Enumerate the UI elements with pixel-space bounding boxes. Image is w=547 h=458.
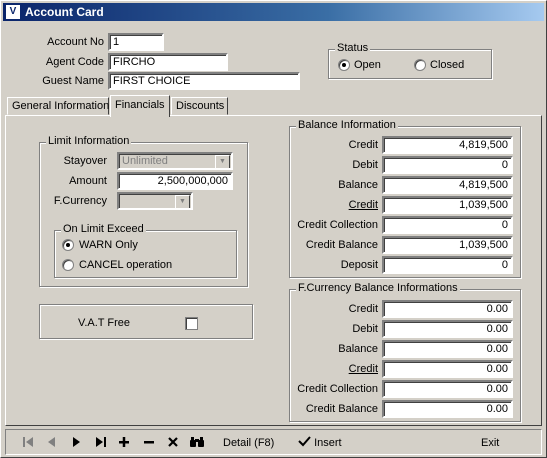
navigation-toolbar: Detail (F8) Insert Exit (5, 429, 542, 455)
insert-label: Insert (314, 437, 342, 449)
add-icon[interactable] (118, 435, 130, 451)
prev-record-icon[interactable] (46, 435, 56, 451)
row-value[interactable]: 0.00 (382, 300, 513, 318)
row-value[interactable]: 0.00 (382, 400, 513, 418)
first-record-icon[interactable] (22, 435, 34, 451)
fcurrency-balance-title: F.Currency Balance Informations (296, 282, 460, 294)
row-label: Credit Balance (305, 403, 378, 415)
stayover-dropdown[interactable]: Unlimited ▼ (117, 152, 233, 170)
account-no-label: Account No (47, 36, 104, 48)
status-closed-label: Closed (430, 59, 465, 71)
tab-financials[interactable]: Financials (110, 95, 170, 117)
row-value[interactable]: 1,039,500 (382, 196, 513, 214)
agent-code-field[interactable]: FIRCHO (108, 53, 228, 71)
status-open-radio[interactable] (338, 59, 350, 71)
amount-label: Amount (69, 175, 107, 187)
status-open-label: Open (354, 59, 381, 71)
fcurrency-label: F.Currency (53, 195, 107, 207)
row-label: Credit (348, 139, 378, 151)
account-no-field[interactable]: 1 (108, 33, 164, 51)
limit-information-title: Limit Information (46, 135, 132, 147)
status-title: Status (335, 42, 371, 54)
row-label: Balance (338, 179, 378, 191)
row-value[interactable]: 4,819,500 (382, 176, 513, 194)
binoculars-icon[interactable] (189, 435, 205, 451)
agent-code-label: Agent Code (45, 56, 104, 68)
row-label: Deposit (340, 259, 378, 271)
cancel-icon[interactable] (167, 435, 179, 451)
cancel-operation-label: CANCEL operation (79, 259, 173, 271)
stayover-value: Unlimited (122, 155, 168, 167)
on-limit-exceed-title: On Limit Exceed (61, 223, 146, 235)
vat-free-checkbox[interactable] (185, 317, 198, 330)
row-label: Credit Collection (297, 219, 378, 231)
checkmark-icon (298, 436, 311, 447)
cancel-operation-radio[interactable] (62, 259, 74, 271)
row-value[interactable]: 0.00 (382, 360, 513, 378)
next-record-icon[interactable] (72, 435, 82, 451)
guest-name-label: Guest Name (42, 75, 104, 87)
app-icon: V (6, 5, 20, 19)
tab-general-information[interactable]: General Information (7, 97, 109, 115)
row-value[interactable]: 0 (382, 156, 513, 174)
chevron-down-icon[interactable]: ▼ (175, 195, 190, 208)
vat-free-label: V.A.T Free (78, 317, 130, 329)
tab-financials-label: Financials (115, 99, 165, 111)
title-bar[interactable]: V Account Card (3, 3, 544, 21)
guest-name-field[interactable]: FIRST CHOICE (108, 72, 300, 90)
last-record-icon[interactable] (95, 435, 107, 451)
detail-button[interactable]: Detail (F8) (223, 435, 274, 451)
row-label: Credit Balance (305, 239, 378, 251)
row-label: Balance (338, 343, 378, 355)
vat-group (39, 304, 253, 339)
fcurrency-dropdown[interactable]: ▼ (117, 192, 193, 210)
stayover-label: Stayover (63, 155, 107, 167)
tab-discounts[interactable]: Discounts (171, 97, 228, 115)
warn-only-radio[interactable] (62, 239, 74, 251)
row-value[interactable]: 0 (382, 216, 513, 234)
row-label: Credit Collection (297, 383, 378, 395)
amount-field[interactable]: 2,500,000,000 (117, 172, 233, 190)
row-label: Debit (352, 323, 378, 335)
row-label: Credit (348, 363, 378, 375)
warn-only-label: WARN Only (79, 239, 138, 251)
row-value[interactable]: 1,039,500 (382, 236, 513, 254)
row-label: Credit (348, 303, 378, 315)
insert-button[interactable]: Insert (298, 435, 342, 451)
window-title: Account Card (25, 5, 104, 19)
row-value[interactable]: 0.00 (382, 380, 513, 398)
balance-information-title: Balance Information (296, 119, 398, 131)
row-value[interactable]: 0.00 (382, 340, 513, 358)
chevron-down-icon[interactable]: ▼ (215, 155, 230, 168)
exit-button[interactable]: Exit (481, 435, 499, 451)
row-value[interactable]: 4,819,500 (382, 136, 513, 154)
row-label: Credit (348, 199, 378, 211)
account-card-window: V Account Card Account No 1 Agent Code F… (0, 0, 547, 458)
status-closed-radio[interactable] (414, 59, 426, 71)
row-value[interactable]: 0 (382, 256, 513, 274)
row-label: Debit (352, 159, 378, 171)
status-group: Status (328, 42, 492, 79)
row-value[interactable]: 0.00 (382, 320, 513, 338)
delete-icon[interactable] (143, 435, 155, 451)
